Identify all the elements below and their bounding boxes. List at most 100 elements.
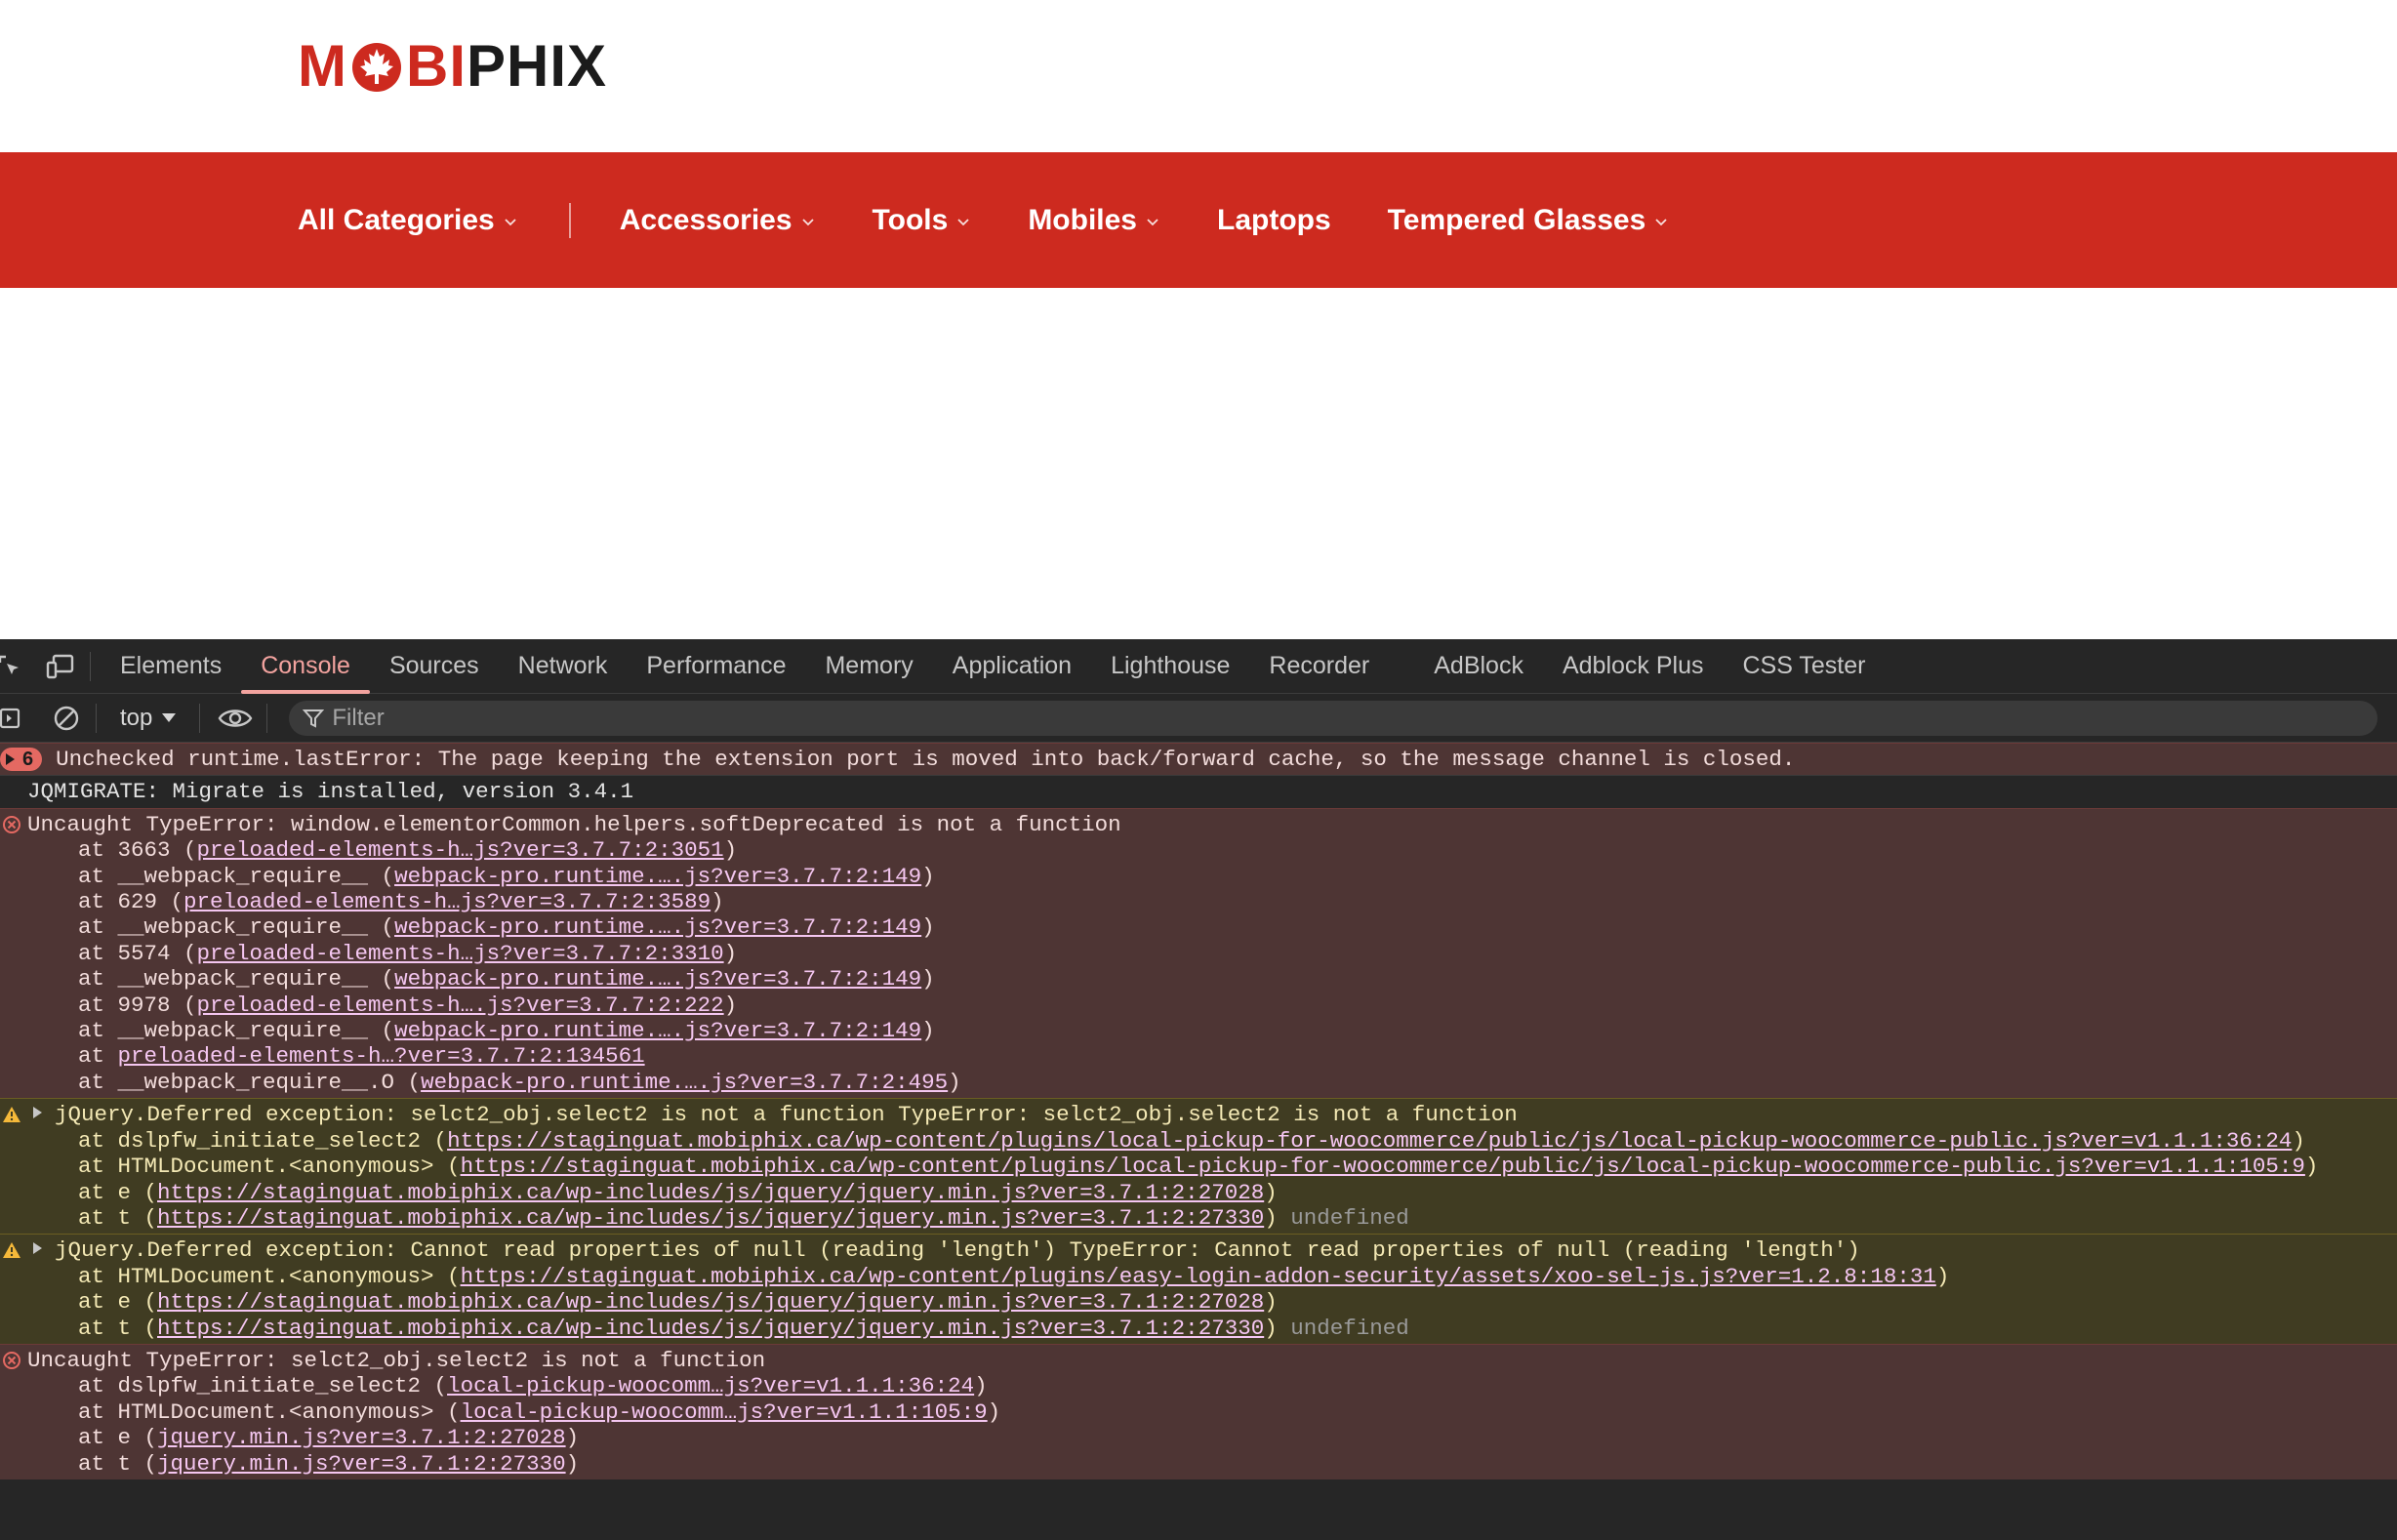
- chevron-down-icon: [1147, 218, 1158, 225]
- source-link[interactable]: https://staginguat.mobiphix.ca/wp-includ…: [157, 1180, 1264, 1205]
- site-header: M BI PHIX: [0, 0, 2397, 152]
- message-segment: ): [921, 914, 935, 941]
- message-text: Uncaught TypeError: window.elementorComm…: [27, 812, 2397, 837]
- stack-frame: at __webpack_require__.O (webpack-pro.ru…: [27, 1070, 2397, 1095]
- tab-performance[interactable]: Performance: [627, 639, 805, 694]
- stack-frame: at HTMLDocument.<anonymous> (https://sta…: [55, 1154, 2397, 1179]
- message-text: JQMIGRATE: Migrate is installed, version…: [27, 779, 2397, 804]
- source-link[interactable]: https://staginguat.mobiphix.ca/wp-includ…: [157, 1205, 1264, 1231]
- nav-item-accessories[interactable]: Accessories: [620, 204, 816, 237]
- stack-frame: at __webpack_require__ (webpack-pro.runt…: [27, 966, 2397, 992]
- source-link[interactable]: https://staginguat.mobiphix.ca/wp-conten…: [461, 1154, 2305, 1179]
- message-segment: at: [78, 1043, 118, 1070]
- devtools-panel: Elements Console Sources Network Performance…: [0, 639, 2397, 1540]
- javascript-context-select[interactable]: top: [106, 705, 189, 732]
- console-message-warn[interactable]: jQuery.Deferred exception: Cannot read p…: [0, 1234, 2397, 1344]
- tab-adblock[interactable]: AdBlock: [1414, 639, 1543, 694]
- source-link[interactable]: https://staginguat.mobiphix.ca/wp-conten…: [461, 1264, 1936, 1289]
- devtools-tabs: Elements Console Sources Network Performance…: [101, 639, 1885, 694]
- stack-frame: at __webpack_require__ (webpack-pro.runt…: [27, 1018, 2397, 1043]
- source-link[interactable]: webpack-pro.runtime.….js?ver=3.7.7:2:149: [394, 1018, 921, 1043]
- message-segment: Uncaught TypeError: selct2_obj.select2 i…: [27, 1347, 766, 1373]
- console-message-warn[interactable]: jQuery.Deferred exception: selct2_obj.se…: [0, 1098, 2397, 1235]
- eye-icon[interactable]: [214, 699, 257, 738]
- message-segment: at 9978 (: [78, 992, 197, 1018]
- repeat-count-badge[interactable]: 6: [0, 748, 43, 772]
- source-link[interactable]: webpack-pro.runtime.….js?ver=3.7.7:2:495: [421, 1070, 948, 1095]
- tab-console[interactable]: Console: [241, 639, 370, 694]
- source-link[interactable]: preloaded-elements-h…js?ver=3.7.7:2:3589: [183, 889, 711, 914]
- message-body: jQuery.Deferred exception: selct2_obj.se…: [0, 1099, 2397, 1234]
- tab-lighthouse[interactable]: Lighthouse: [1091, 639, 1249, 694]
- nav-item-tempered-glasses[interactable]: Tempered Glasses: [1388, 204, 1670, 237]
- source-link[interactable]: preloaded-elements-h…js?ver=3.7.7:2:3051: [197, 837, 724, 863]
- console-message-error[interactable]: 6 Unchecked runtime.lastError: The page k…: [0, 743, 2397, 776]
- message-segment: at HTMLDocument.<anonymous> (: [78, 1398, 461, 1425]
- message-segment: at e (: [78, 1289, 158, 1316]
- error-icon: [3, 1351, 20, 1369]
- tab-application[interactable]: Application: [933, 639, 1091, 694]
- message-segment: at t (: [78, 1204, 158, 1231]
- device-toolbar-icon[interactable]: [41, 647, 80, 686]
- message-body: Uncaught TypeError: window.elementorComm…: [0, 809, 2397, 1098]
- tab-sources[interactable]: Sources: [370, 639, 499, 694]
- tab-recorder[interactable]: Recorder: [1249, 639, 1389, 694]
- source-link[interactable]: local-pickup-woocomm…js?ver=v1.1.1:105:9: [461, 1399, 988, 1425]
- inspect-element-icon[interactable]: [0, 647, 29, 686]
- message-segment: at 629 (: [78, 889, 184, 915]
- message-segment: ): [1264, 1204, 1278, 1231]
- nav-item-mobiles[interactable]: Mobiles: [1028, 204, 1160, 237]
- filter-input[interactable]: [332, 704, 2285, 732]
- source-link[interactable]: jquery.min.js?ver=3.7.1:2:27330: [157, 1451, 566, 1477]
- nav-item-label: Tempered Glasses: [1387, 203, 1646, 236]
- message-segment: Uncaught TypeError: window.elementorComm…: [27, 811, 1121, 837]
- source-link[interactable]: https://staginguat.mobiphix.ca/wp-includ…: [157, 1316, 1264, 1341]
- source-link[interactable]: preloaded-elements-h…?ver=3.7.7:2:134561: [118, 1043, 645, 1069]
- tab-separator: [90, 651, 91, 681]
- tab-css-tester[interactable]: CSS Tester: [1724, 639, 1886, 694]
- console-message-error[interactable]: Uncaught TypeError: window.elementorComm…: [0, 807, 2397, 1099]
- stack-frame: at e (https://staginguat.mobiphix.ca/wp-…: [55, 1289, 2397, 1315]
- toolbar-separator: [96, 703, 97, 733]
- tab-adblock-plus[interactable]: Adblock Plus: [1543, 639, 1724, 694]
- expand-triangle-icon[interactable]: [33, 1107, 42, 1119]
- message-body: jQuery.Deferred exception: Cannot read p…: [0, 1235, 2397, 1344]
- message-segment: ): [921, 863, 935, 889]
- message-segment: Unchecked runtime.lastError: The page ke…: [56, 747, 1796, 772]
- tab-memory[interactable]: Memory: [805, 639, 932, 694]
- message-text: 6 Unchecked runtime.lastError: The page k…: [0, 747, 2397, 772]
- message-text: Uncaught TypeError: selct2_obj.select2 i…: [27, 1348, 2397, 1373]
- mobiphix-logo[interactable]: M BI PHIX: [298, 37, 607, 96]
- source-link[interactable]: webpack-pro.runtime.….js?ver=3.7.7:2:149: [394, 914, 921, 940]
- message-segment: ): [723, 940, 738, 966]
- message-segment: jQuery.Deferred exception: selct2_obj.se…: [55, 1102, 1518, 1128]
- chevron-down-icon: [801, 218, 814, 225]
- console-message-info[interactable]: JQMIGRATE: Migrate is installed, version…: [0, 775, 2397, 808]
- source-link[interactable]: https://staginguat.mobiphix.ca/wp-conten…: [447, 1128, 2292, 1154]
- nav-item-laptops[interactable]: Laptops: [1217, 204, 1331, 237]
- source-link[interactable]: preloaded-elements-h…js?ver=3.7.7:2:3310: [197, 941, 724, 966]
- chevron-down-icon: [505, 218, 516, 225]
- source-link[interactable]: preloaded-elements-h….js?ver=3.7.7:2:222: [197, 993, 724, 1018]
- message-text: jQuery.Deferred exception: Cannot read p…: [55, 1237, 2397, 1263]
- source-link[interactable]: jquery.min.js?ver=3.7.1:2:27028: [157, 1425, 566, 1450]
- nav-divider: [568, 202, 571, 238]
- message-segment: ): [2304, 1154, 2319, 1180]
- source-link[interactable]: webpack-pro.runtime.….js?ver=3.7.7:2:149: [394, 966, 921, 992]
- nav-item-all-categories[interactable]: All Categories: [298, 204, 518, 237]
- console-filter[interactable]: [289, 700, 2378, 736]
- source-link[interactable]: webpack-pro.runtime.….js?ver=3.7.7:2:149: [394, 864, 921, 889]
- tab-elements[interactable]: Elements: [101, 639, 241, 694]
- nav-item-tools[interactable]: Tools: [873, 204, 972, 237]
- error-icon: [3, 815, 20, 833]
- message-segment: at __webpack_require__ (: [78, 914, 395, 941]
- tab-network[interactable]: Network: [499, 639, 628, 694]
- sidebar-toggle-icon[interactable]: [0, 699, 29, 738]
- message-segment: ): [921, 966, 935, 993]
- message-segment: JQMIGRATE: Migrate is installed, version…: [27, 779, 634, 805]
- console-message-error[interactable]: Uncaught TypeError: selct2_obj.select2 i…: [0, 1343, 2397, 1479]
- source-link[interactable]: local-pickup-woocomm…js?ver=v1.1.1:36:24: [447, 1373, 974, 1398]
- source-link[interactable]: https://staginguat.mobiphix.ca/wp-includ…: [157, 1289, 1264, 1315]
- expand-triangle-icon[interactable]: [33, 1242, 42, 1255]
- clear-console-icon[interactable]: [47, 699, 86, 738]
